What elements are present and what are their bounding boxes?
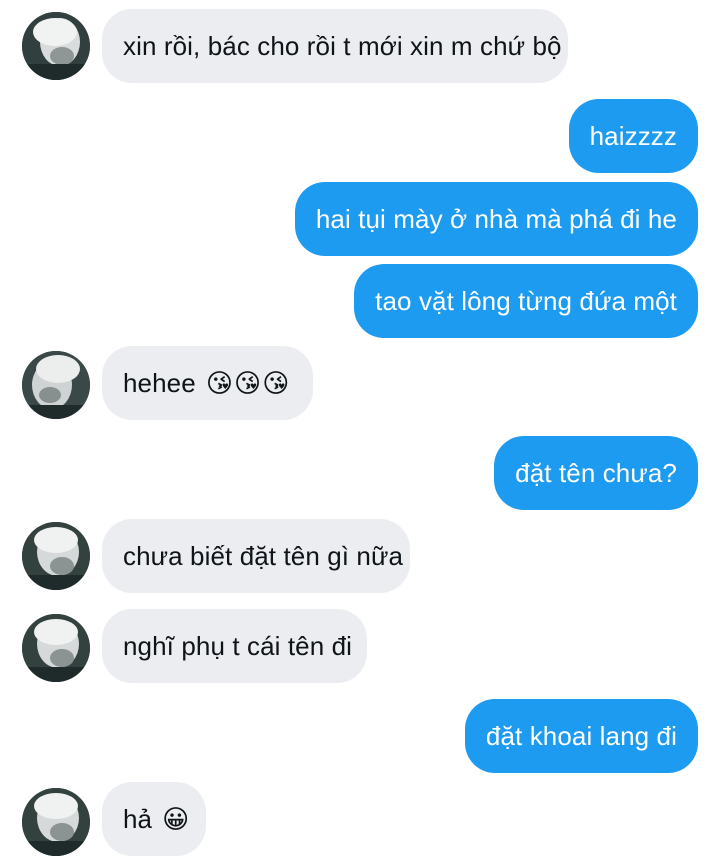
message-row: hả 😀 bbox=[0, 782, 720, 856]
message-bubble-outgoing[interactable]: đặt tên chưa? bbox=[494, 436, 698, 510]
avatar[interactable] bbox=[22, 614, 90, 682]
message-bubble-outgoing[interactable]: tao vặt lông từng đứa một bbox=[354, 264, 698, 338]
avatar-image bbox=[22, 351, 90, 419]
message-bubble-incoming[interactable]: hả 😀 bbox=[102, 782, 206, 856]
message-row: hai tụi mày ở nhà mà phá đi he bbox=[0, 182, 720, 256]
avatar[interactable] bbox=[22, 12, 90, 80]
kissing-face-emoji-icon: 😘 bbox=[262, 368, 290, 398]
message-text: đặt tên chưa? bbox=[515, 457, 677, 488]
kissing-face-emoji-icon: 😘 bbox=[234, 368, 262, 398]
message-text: haizzzz bbox=[589, 120, 677, 151]
message-row: xin rồi, bác cho rồi t mới xin m chứ bộ bbox=[0, 9, 720, 83]
avatar[interactable] bbox=[22, 788, 90, 856]
message-row: tao vặt lông từng đứa một bbox=[0, 264, 720, 338]
message-bubble-incoming[interactable]: nghĩ phụ t cái tên đi bbox=[102, 609, 367, 683]
message-bubble-outgoing[interactable]: đặt khoai lang đi bbox=[464, 699, 698, 773]
message-row: chưa biết đặt tên gì nữa bbox=[0, 519, 720, 593]
grinning-face-emoji-icon: 😀 bbox=[162, 804, 190, 834]
message-text: tao vặt lông từng đứa một bbox=[375, 285, 677, 316]
message-bubble-incoming[interactable]: hehee 😘 😘 😘 bbox=[102, 346, 313, 420]
kissing-face-emoji-icon: 😘 bbox=[205, 368, 234, 398]
avatar[interactable] bbox=[22, 351, 90, 419]
message-bubble-incoming[interactable]: chưa biết đặt tên gì nữa bbox=[102, 519, 410, 593]
avatar-image bbox=[22, 522, 90, 590]
message-row: đặt khoai lang đi bbox=[0, 699, 720, 773]
message-text: hả bbox=[123, 803, 153, 834]
avatar-image bbox=[22, 12, 90, 80]
avatar-image bbox=[22, 788, 90, 856]
avatar-image bbox=[22, 614, 90, 682]
message-row: haizzzz bbox=[0, 99, 720, 173]
message-text: hehee bbox=[123, 367, 196, 398]
message-row: đặt tên chưa? bbox=[0, 436, 720, 510]
message-row: hehee 😘 😘 😘 bbox=[0, 346, 720, 420]
message-bubble-outgoing[interactable]: hai tụi mày ở nhà mà phá đi he bbox=[294, 182, 698, 256]
message-text: đặt khoai lang đi bbox=[485, 720, 677, 751]
message-text: nghĩ phụ t cái tên đi bbox=[123, 630, 353, 661]
avatar[interactable] bbox=[22, 522, 90, 590]
message-row: nghĩ phụ t cái tên đi bbox=[0, 609, 720, 683]
message-bubble-outgoing[interactable]: haizzzz bbox=[568, 99, 698, 173]
message-text: hai tụi mày ở nhà mà phá đi he bbox=[315, 203, 677, 234]
message-text: xin rồi, bác cho rồi t mới xin m chứ bộ bbox=[123, 30, 562, 61]
message-bubble-incoming[interactable]: xin rồi, bác cho rồi t mới xin m chứ bộ bbox=[102, 9, 568, 83]
message-text: chưa biết đặt tên gì nữa bbox=[123, 540, 404, 571]
